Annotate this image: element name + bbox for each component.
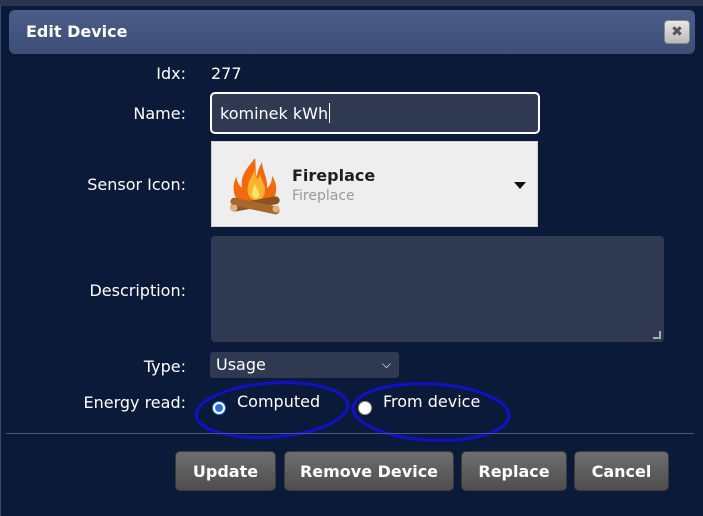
sensor-icon-select[interactable]: Fireplace Fireplace <box>211 141 538 227</box>
cancel-button[interactable]: Cancel <box>574 451 669 491</box>
replace-button[interactable]: Replace <box>461 451 567 491</box>
remove-device-button[interactable]: Remove Device <box>284 451 454 491</box>
sensor-icon-label: Sensor Icon: <box>87 175 186 194</box>
dropdown-arrow-icon[interactable] <box>514 182 526 189</box>
description-label: Description: <box>89 281 186 300</box>
sensor-icon-title: Fireplace <box>292 166 376 185</box>
name-label: Name: <box>133 104 186 123</box>
text-caret <box>329 103 331 123</box>
update-button[interactable]: Update <box>175 451 276 491</box>
resize-grip-icon[interactable] <box>653 331 661 339</box>
sensor-icon-subtitle: Fireplace <box>292 188 355 204</box>
close-icon: ✖ <box>671 24 683 40</box>
fireplace-icon <box>230 158 280 215</box>
footer-separator <box>6 433 694 434</box>
name-input[interactable]: kominek kWh <box>210 92 540 134</box>
type-select-value: Usage <box>216 355 266 374</box>
close-button[interactable]: ✖ <box>664 20 690 44</box>
type-select[interactable]: Usage ⌵ <box>210 352 399 378</box>
description-textarea[interactable] <box>211 236 664 342</box>
radio-computed-label[interactable]: Computed <box>237 392 320 411</box>
radio-from-device[interactable] <box>358 401 372 415</box>
dialog-titlebar[interactable]: Edit Device ✖ <box>9 10 695 54</box>
energy-read-label: Energy read: <box>83 393 186 412</box>
dialog-title: Edit Device <box>26 22 128 41</box>
radio-computed[interactable] <box>212 401 226 415</box>
idx-value: 277 <box>211 64 242 83</box>
name-input-value: kominek kWh <box>220 104 329 123</box>
idx-label: Idx: <box>156 64 186 83</box>
type-label: Type: <box>143 357 186 376</box>
radio-from-device-label[interactable]: From device <box>383 392 480 411</box>
chevron-down-icon: ⌵ <box>381 357 391 371</box>
